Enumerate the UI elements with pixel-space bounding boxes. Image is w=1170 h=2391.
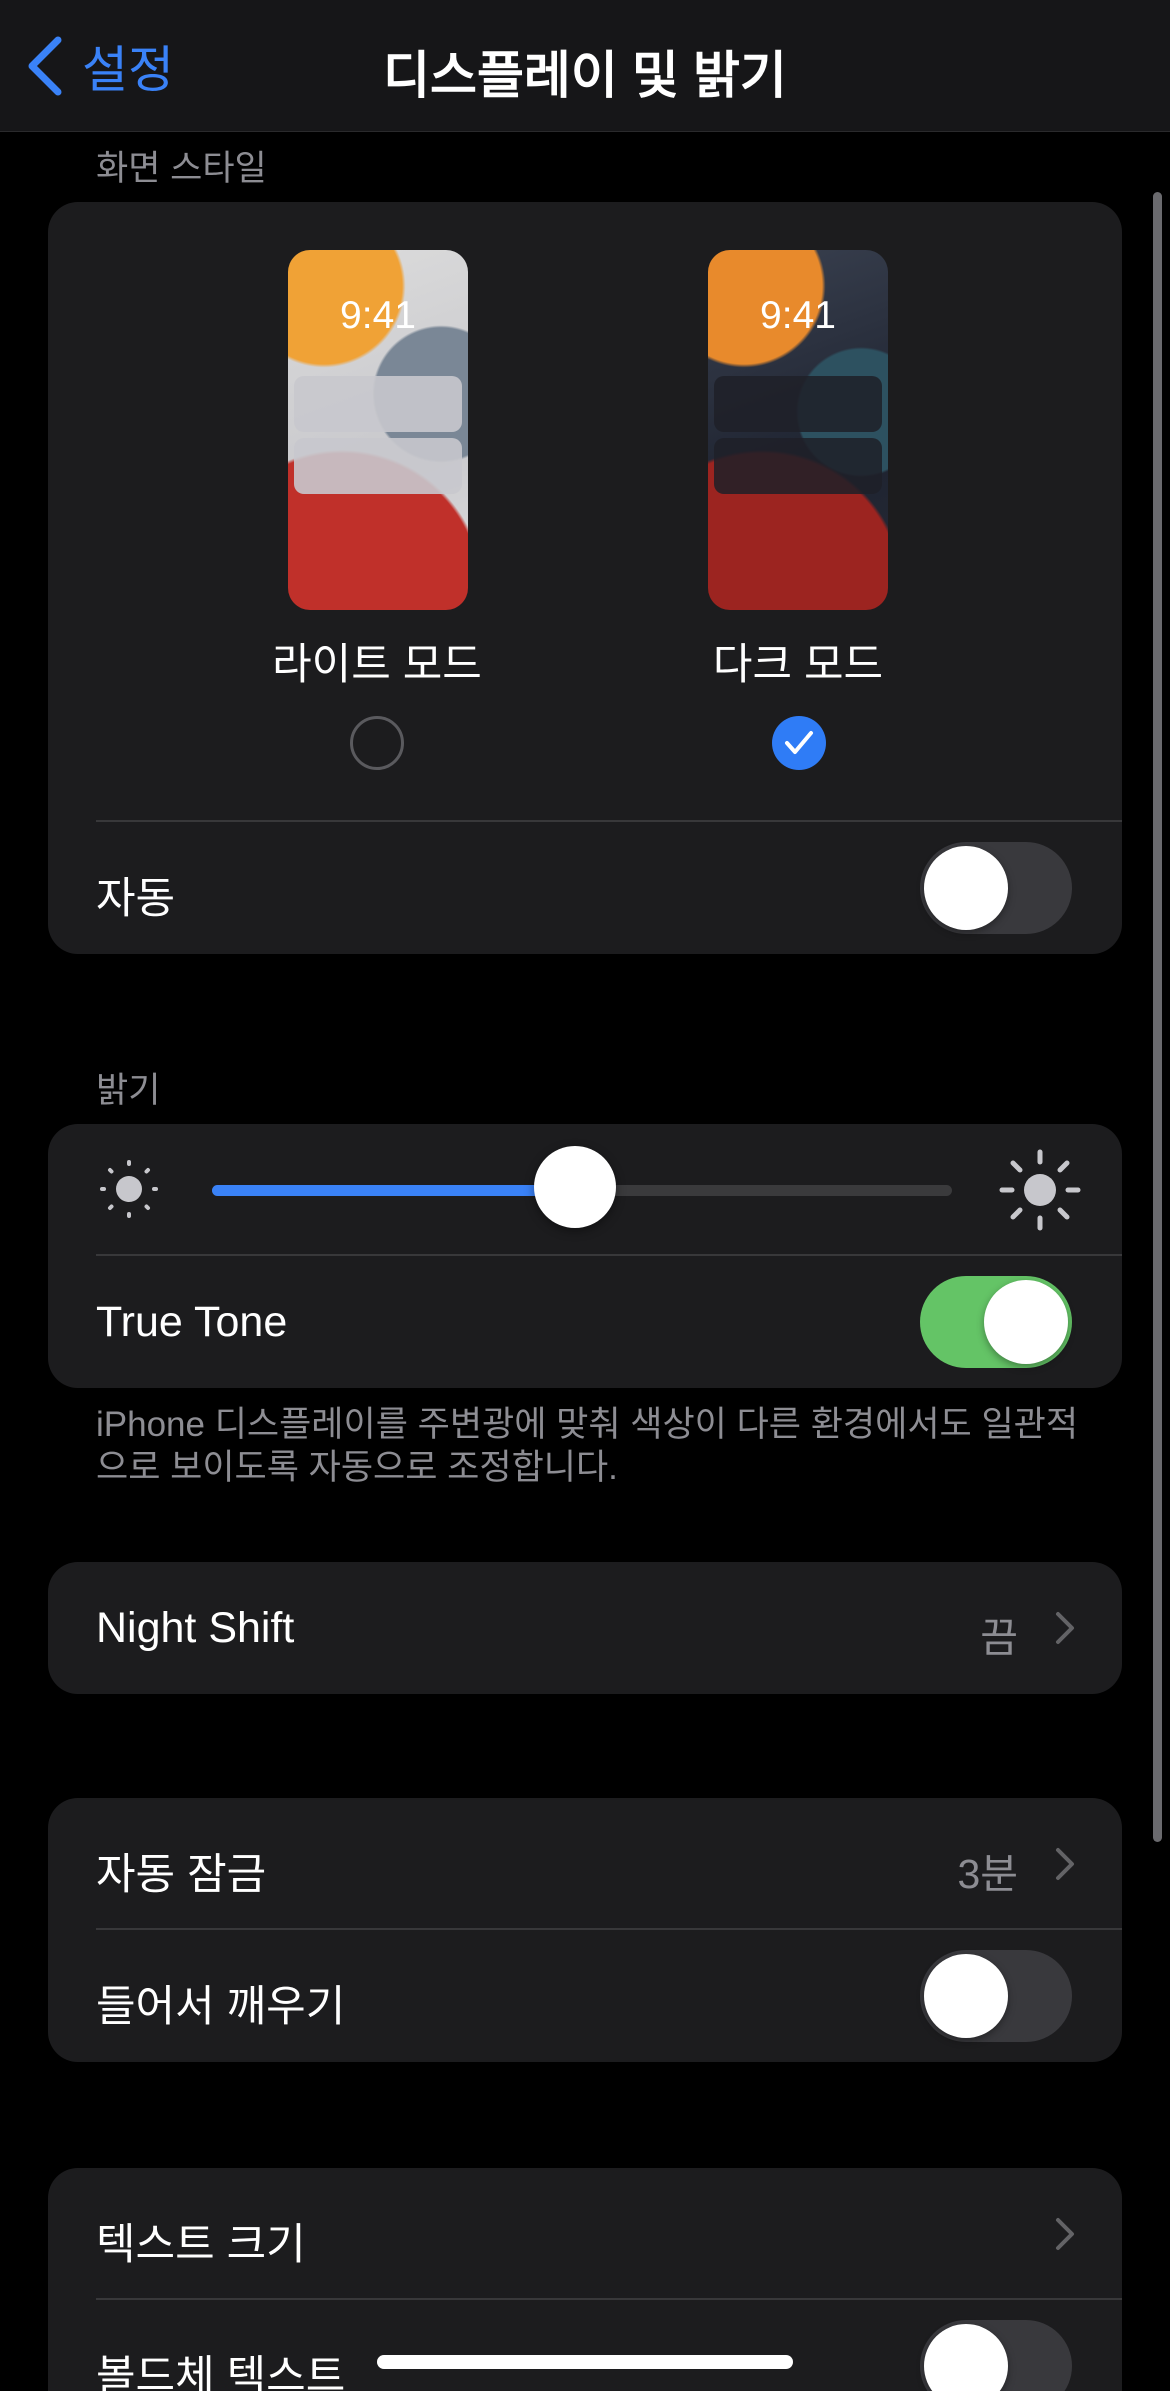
preview-notification (714, 438, 882, 494)
dark-mode-radio[interactable] (772, 716, 826, 770)
home-indicator (377, 2355, 793, 2369)
page-title: 디스플레이 및 밝기 (383, 47, 787, 104)
navigation-bar: 설정 디스플레이 및 밝기 (0, 0, 1170, 132)
sun-small-icon (100, 1160, 158, 1218)
light-mode-preview[interactable]: 9:41 (288, 250, 468, 610)
true-tone-footer: iPhone 디스플레이를 주변광에 맞춰 색상이 다른 환경에서도 일관적으로… (96, 1405, 1079, 1487)
preview-clock: 9:41 (760, 294, 836, 337)
checkmark-icon (785, 731, 813, 754)
brightness-card: True Tone (48, 1124, 1122, 1388)
raise-to-wake-toggle[interactable] (920, 1950, 1072, 2042)
auto-label: 자동 (96, 875, 176, 923)
night-shift-row[interactable]: Night Shift 끔 (48, 1562, 1122, 1694)
chevron-right-icon (1056, 1612, 1074, 1644)
bold-text-toggle[interactable] (920, 2320, 1072, 2391)
bold-text-label: 볼드체 텍스트 (96, 2353, 346, 2391)
night-shift-card: Night Shift 끔 (48, 1562, 1122, 1694)
dark-mode-preview[interactable]: 9:41 (708, 250, 888, 610)
night-shift-label: Night Shift (96, 1604, 295, 1652)
auto-lock-value: 3분 (957, 1851, 1018, 1897)
preview-notification (714, 376, 882, 432)
preview-notification (294, 438, 462, 494)
preview-clock: 9:41 (340, 294, 416, 337)
text-size-label: 텍스트 크기 (96, 2221, 306, 2269)
raise-to-wake-row[interactable]: 들어서 깨우기 (48, 1930, 1122, 2062)
toggle-knob (924, 846, 1008, 930)
toggle-knob (984, 1280, 1068, 1364)
appearance-card: 9:41 라이트 모드 9:41 다크 모드 자동 (48, 202, 1122, 954)
toggle-knob (924, 2324, 1008, 2391)
section-header-brightness: 밝기 (96, 1071, 161, 1110)
chevron-right-icon (1056, 1848, 1074, 1880)
bold-text-row[interactable]: 볼드체 텍스트 (48, 2300, 1122, 2391)
night-shift-value: 끔 (980, 1615, 1018, 1661)
true-tone-row[interactable]: True Tone (48, 1256, 1122, 1388)
lock-card: 자동 잠금 3분 들어서 깨우기 (48, 1798, 1122, 2062)
auto-lock-label: 자동 잠금 (96, 1851, 267, 1899)
toggle-knob (924, 1954, 1008, 2038)
brightness-slider-thumb[interactable] (534, 1146, 616, 1228)
preview-notification (294, 376, 462, 432)
auto-lock-row[interactable]: 자동 잠금 3분 (48, 1798, 1122, 1930)
true-tone-label: True Tone (96, 1298, 288, 1346)
sun-large-icon (999, 1149, 1081, 1231)
raise-to-wake-label: 들어서 깨우기 (96, 1983, 346, 2031)
scrollbar[interactable] (1153, 192, 1162, 1842)
brightness-slider-fill (212, 1185, 575, 1196)
chevron-right-icon (1056, 2218, 1074, 2250)
light-mode-label[interactable]: 라이트 모드 (227, 630, 527, 692)
true-tone-toggle[interactable] (920, 1276, 1072, 1368)
light-mode-radio[interactable] (350, 716, 404, 770)
dark-mode-label[interactable]: 다크 모드 (648, 630, 948, 692)
auto-toggle[interactable] (920, 842, 1072, 934)
auto-row[interactable]: 자동 (48, 822, 1122, 954)
section-header-appearance: 화면 스타일 (96, 149, 267, 188)
text-size-row[interactable]: 텍스트 크기 (48, 2168, 1122, 2300)
